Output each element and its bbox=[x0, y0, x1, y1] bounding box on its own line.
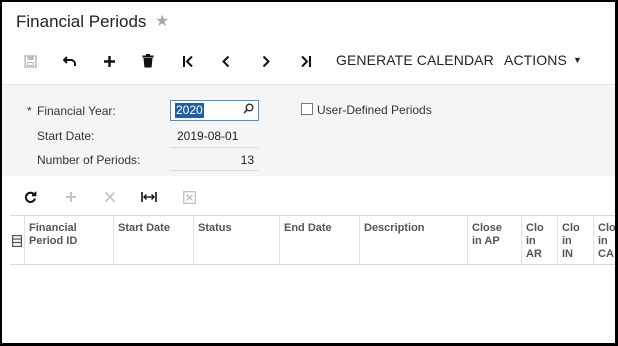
actions-menu-button[interactable]: ACTIONS ▼ bbox=[504, 52, 582, 68]
save-icon bbox=[23, 54, 37, 68]
generate-calendar-button[interactable]: GENERATE CALENDAR bbox=[336, 52, 494, 68]
start-date-value: 2019-08-01 bbox=[177, 129, 239, 143]
column-close-in-ar[interactable]: Clo in AR bbox=[522, 216, 558, 265]
first-page-icon bbox=[182, 55, 193, 67]
chevron-left-icon bbox=[222, 55, 230, 67]
first-record-button[interactable] bbox=[175, 50, 201, 72]
last-record-button[interactable] bbox=[292, 50, 318, 72]
refresh-button[interactable] bbox=[19, 188, 41, 206]
page-title: Financial Periods bbox=[16, 12, 147, 31]
save-button[interactable] bbox=[17, 50, 43, 72]
plus-icon bbox=[66, 192, 76, 202]
add-button[interactable] bbox=[96, 50, 122, 72]
export-to-excel-button[interactable] bbox=[178, 188, 200, 206]
start-date-label: Start Date: bbox=[37, 129, 95, 143]
row-selector-column[interactable] bbox=[10, 216, 25, 265]
financial-year-label: Financial Year: bbox=[37, 104, 116, 118]
number-of-periods-label: Number of Periods: bbox=[37, 153, 141, 167]
undo-button[interactable] bbox=[57, 50, 83, 72]
export-excel-icon bbox=[182, 190, 196, 204]
column-start-date[interactable]: Start Date bbox=[114, 216, 194, 265]
periods-grid-body bbox=[10, 265, 615, 343]
grid-delete-row-button[interactable] bbox=[99, 188, 121, 206]
column-end-date[interactable]: End Date bbox=[280, 216, 360, 265]
user-defined-periods-checkbox[interactable] bbox=[301, 103, 313, 115]
periods-grid-header: Financial Period ID Start Date Status En… bbox=[10, 215, 615, 265]
last-page-icon bbox=[300, 55, 311, 67]
refresh-icon bbox=[24, 191, 36, 203]
column-close-in-in[interactable]: Clo in IN bbox=[558, 216, 594, 265]
fit-columns-icon bbox=[141, 192, 157, 202]
caret-down-icon: ▼ bbox=[572, 55, 582, 65]
grid-add-row-button[interactable] bbox=[60, 188, 82, 206]
close-icon bbox=[104, 191, 116, 203]
number-of-periods-value: 13 bbox=[240, 153, 254, 167]
search-icon[interactable] bbox=[243, 103, 254, 117]
column-close-in-ap[interactable]: Close in AP bbox=[468, 216, 522, 265]
start-date-underline bbox=[170, 147, 259, 148]
next-record-button[interactable] bbox=[253, 50, 279, 72]
fit-columns-button[interactable] bbox=[138, 188, 160, 206]
column-status[interactable]: Status bbox=[194, 216, 280, 265]
undo-icon bbox=[63, 56, 76, 66]
column-close-in-ca[interactable]: Clo in CA bbox=[594, 216, 615, 265]
number-of-periods-underline bbox=[170, 170, 259, 171]
app-window: Financial Periods ★ GENERATE CALENDAR AC… bbox=[2, 2, 615, 343]
favorite-star-icon[interactable]: ★ bbox=[155, 11, 169, 31]
financial-year-value: 2020 bbox=[175, 103, 204, 118]
column-description[interactable]: Description bbox=[360, 216, 468, 265]
plus-icon bbox=[103, 55, 115, 67]
delete-button[interactable] bbox=[135, 50, 161, 72]
column-financial-period-id[interactable]: Financial Period ID bbox=[25, 216, 114, 265]
chevron-right-icon bbox=[262, 55, 270, 67]
required-mark: * bbox=[27, 104, 32, 118]
financial-year-input[interactable]: 2020 bbox=[170, 100, 259, 121]
column-settings-icon bbox=[12, 235, 23, 248]
previous-record-button[interactable] bbox=[213, 50, 239, 72]
trash-icon bbox=[142, 54, 154, 68]
actions-label: ACTIONS bbox=[504, 52, 567, 68]
user-defined-periods-label: User-Defined Periods bbox=[317, 103, 432, 117]
